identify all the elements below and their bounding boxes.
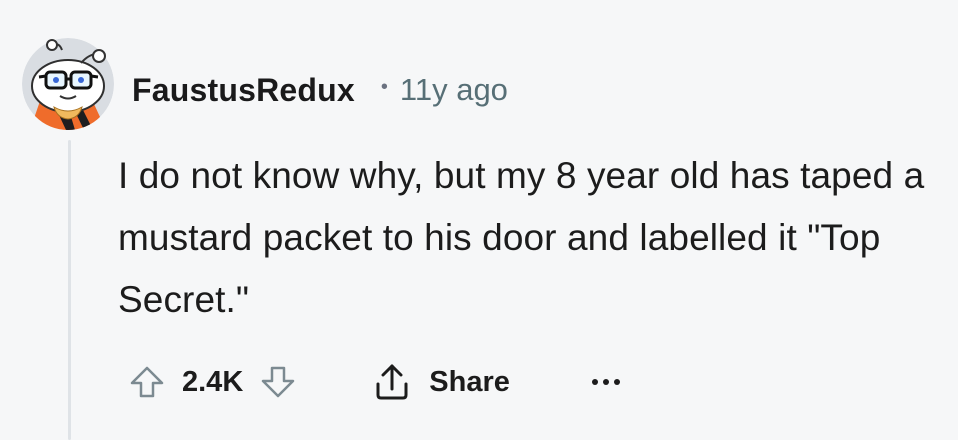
comment-timestamp[interactable]: 11y ago xyxy=(400,72,508,108)
arrow-up-outline-icon xyxy=(130,366,164,398)
score-count: 2.4K xyxy=(182,365,244,398)
thread-line[interactable] xyxy=(68,140,71,440)
comment-actions: 2.4K Share xyxy=(128,356,620,408)
metadata-separator: • xyxy=(380,75,388,98)
avatar-snoo-glasses-icon xyxy=(22,38,114,130)
downvote-button[interactable] xyxy=(259,363,297,401)
more-horizontal-icon-dot xyxy=(602,379,609,385)
arrow-down-outline-icon xyxy=(262,366,295,398)
comment-header: FaustusRedux • 11y ago xyxy=(132,70,508,110)
author-name[interactable]: FaustusRedux xyxy=(132,72,355,109)
comment: FaustusRedux • 11y ago I do not know why… xyxy=(0,0,958,440)
share-upload-icon xyxy=(376,364,408,400)
avatar[interactable] xyxy=(22,38,114,130)
upvote-button[interactable] xyxy=(128,363,166,401)
more-horizontal-icon-dot xyxy=(613,379,620,385)
more-options-button[interactable] xyxy=(591,379,620,385)
comment-body: I do not know why, but my 8 year old has… xyxy=(118,155,925,320)
share-button[interactable]: Share xyxy=(371,361,510,403)
more-horizontal-icon xyxy=(591,379,598,385)
share-label: Share xyxy=(429,365,510,398)
